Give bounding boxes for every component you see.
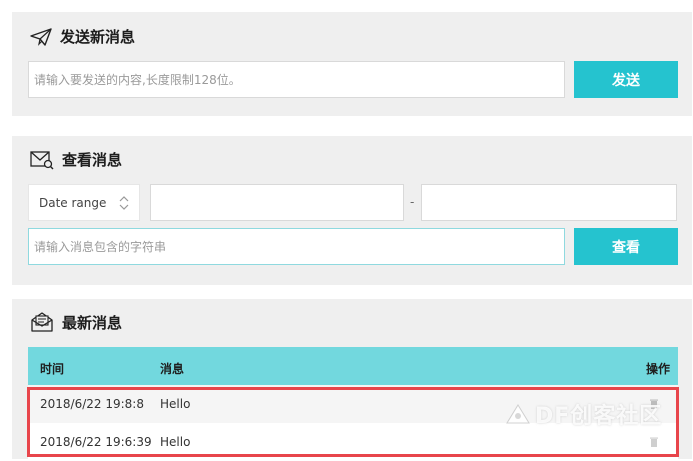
watermark-logo-icon [506, 404, 530, 424]
send-message-header: 发送新消息 [30, 26, 135, 47]
envelope-search-icon [30, 150, 54, 170]
search-input[interactable]: 请输入消息包含的字符串 [28, 228, 565, 265]
column-time: 时间 [40, 362, 65, 376]
date-range-label: Date range [39, 195, 107, 210]
paper-plane-icon [30, 27, 52, 47]
open-envelope-icon [30, 311, 54, 333]
up-down-chevron-icon [119, 195, 129, 214]
latest-messages-panel: 最新消息 时间 消息 操作 2018/6/22 19:8:8 Hello 201… [12, 299, 692, 461]
date-range-select[interactable]: Date range [28, 184, 140, 221]
column-action: 操作 [645, 362, 670, 376]
range-separator: - [410, 195, 415, 209]
latest-messages-title: 最新消息 [62, 313, 123, 332]
trash-icon[interactable] [650, 436, 658, 450]
view-messages-header: 查看消息 [30, 149, 122, 170]
row-message: Hello [160, 435, 191, 449]
table-header: 时间 消息 操作 [28, 347, 678, 385]
send-message-input[interactable]: 请输入要发送的内容,长度限制128位。 [28, 61, 565, 98]
row-time: 2018/6/22 19:8:8 [40, 397, 144, 411]
row-time: 2018/6/22 19:6:39 [40, 435, 152, 449]
row-message: Hello [160, 397, 191, 411]
range-start-input[interactable] [150, 184, 404, 221]
latest-messages-header: 最新消息 [30, 311, 122, 333]
send-message-panel: 发送新消息 请输入要发送的内容,长度限制128位。 发送 [12, 12, 692, 116]
watermark: DF创客社区 [505, 398, 662, 430]
watermark-text: DF创客社区 [535, 404, 663, 429]
column-message: 消息 [160, 362, 185, 376]
view-messages-title: 查看消息 [62, 151, 123, 169]
send-button[interactable]: 发送 [574, 61, 678, 98]
range-end-input[interactable] [421, 184, 677, 221]
send-message-placeholder: 请输入要发送的内容,长度限制128位。 [34, 73, 241, 87]
view-button[interactable]: 查看 [574, 228, 678, 265]
view-messages-panel: 查看消息 Date range - 请输入消息包含的字符串 查看 [12, 136, 692, 285]
search-placeholder: 请输入消息包含的字符串 [34, 240, 167, 254]
send-message-title: 发送新消息 [60, 28, 136, 46]
